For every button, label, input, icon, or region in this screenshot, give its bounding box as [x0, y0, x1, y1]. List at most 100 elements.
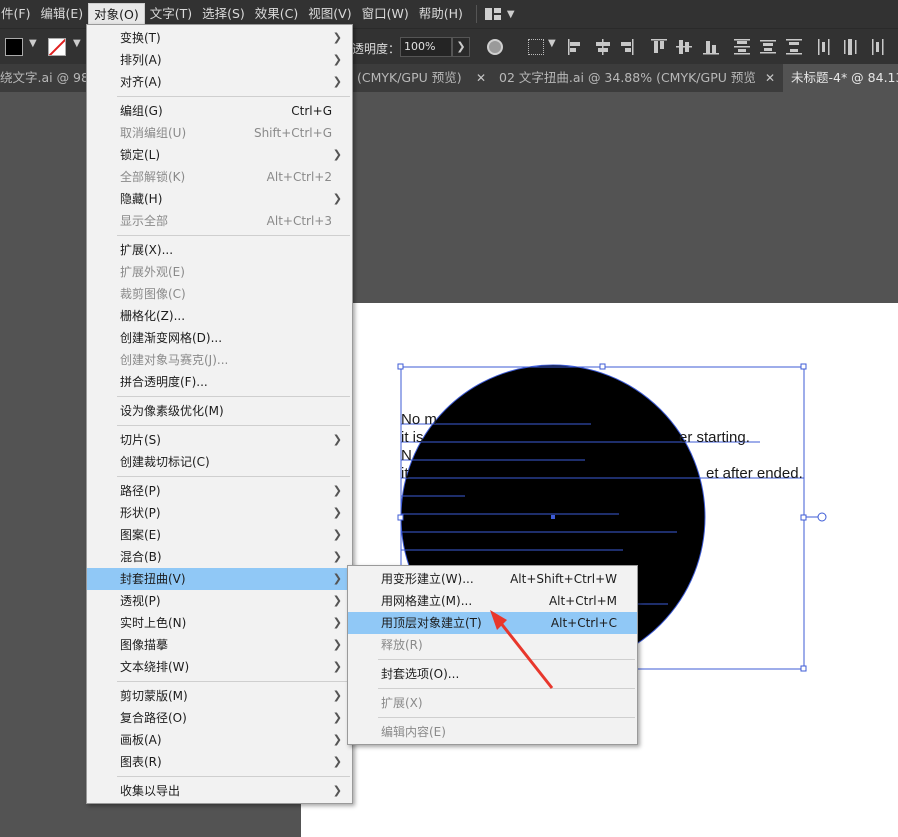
object_menu-item[interactable]: 图表(R) ❯: [87, 751, 352, 773]
menu-item-label: 创建对象马赛克(J)...: [120, 353, 229, 367]
menu-separator: [117, 776, 350, 777]
object_menu-item[interactable]: 设为像素级优化(M): [87, 400, 352, 422]
envelope_submenu-item[interactable]: 用网格建立(M)... Alt+Ctrl+M: [348, 590, 637, 612]
object_menu-item[interactable]: 图案(E) ❯: [87, 524, 352, 546]
menu-item-label: 扩展(X)...: [120, 243, 174, 257]
menu-item-label: 复合路径(O): [120, 711, 187, 725]
object_menu-item[interactable]: 排列(A) ❯: [87, 49, 352, 71]
chevron-right-icon: ❯: [332, 689, 342, 702]
chevron-right-icon: ❯: [332, 192, 342, 205]
object_menu-item[interactable]: 变换(T) ❯: [87, 27, 352, 49]
object_menu-item[interactable]: 复合路径(O) ❯: [87, 707, 352, 729]
menu-item-label: 创建渐变网格(D)...: [120, 331, 223, 345]
chevron-right-icon: ❯: [332, 594, 342, 607]
menu-item-label: 实时上色(N): [120, 616, 187, 630]
menu-separator: [378, 688, 635, 689]
envelope_submenu-item: 编辑内容(E): [348, 721, 637, 743]
menu-item-shortcut: Alt+Ctrl+3: [266, 214, 332, 228]
object_menu-item: 全部解锁(K) Alt+Ctrl+2: [87, 166, 352, 188]
resize-handle: [800, 363, 807, 370]
menu-item-shortcut: Alt+Ctrl+2: [266, 170, 332, 184]
menu-item-label: 变换(T): [120, 31, 161, 45]
menu-item-label: 图表(R): [120, 755, 162, 769]
object_menu-item[interactable]: 文本绕排(W) ❯: [87, 656, 352, 678]
menu-item-shortcut: Alt+Ctrl+C: [550, 616, 617, 630]
object_menu-item[interactable]: 拼合透明度(F)...: [87, 371, 352, 393]
menu-item-label: 画板(A): [120, 733, 162, 747]
menu-item-label: 编组(G): [120, 104, 163, 118]
object_menu-item: 显示全部 Alt+Ctrl+3: [87, 210, 352, 232]
menu-separator: [117, 396, 350, 397]
object_menu-item[interactable]: 锁定(L) ❯: [87, 144, 352, 166]
chevron-right-icon: ❯: [332, 711, 342, 724]
menu-item-label: 路径(P): [120, 484, 161, 498]
menu-item-label: 图像描摹: [120, 638, 169, 652]
artboard-text-line: er starting.: [679, 429, 750, 446]
menu-item-label: 全部解锁(K): [120, 170, 186, 184]
menu-item-label: 裁剪图像(C): [120, 287, 186, 301]
envelope_submenu-item: 扩展(X): [348, 692, 637, 714]
object_menu-item[interactable]: 隐藏(H) ❯: [87, 188, 352, 210]
envelope_submenu-item[interactable]: 封套选项(O)...: [348, 663, 637, 685]
menu-item-label: 扩展(X): [381, 696, 423, 710]
object_menu-item[interactable]: 扩展(X)...: [87, 239, 352, 261]
chevron-right-icon: ❯: [332, 638, 342, 651]
chevron-right-icon: ❯: [332, 53, 342, 66]
menu-separator: [378, 717, 635, 718]
menu-item-shortcut: Shift+Ctrl+G: [253, 126, 332, 140]
menu-item-label: 隐藏(H): [120, 192, 163, 206]
menu-item-label: 用顶层对象建立(T): [381, 616, 482, 630]
object_menu-item[interactable]: 画板(A) ❯: [87, 729, 352, 751]
object_menu-item: 创建对象马赛克(J)...: [87, 349, 352, 371]
menu-item-label: 扩展外观(E): [120, 265, 185, 279]
menu-separator: [117, 425, 350, 426]
menu-item-label: 释放(R): [381, 638, 423, 652]
resize-handle: [599, 363, 606, 370]
artboard-text-line: it: [401, 465, 409, 482]
menu-item-label: 设为像素级优化(M): [120, 404, 224, 418]
menu-item-label: 编辑内容(E): [381, 725, 446, 739]
object_menu-item[interactable]: 剪切蒙版(M) ❯: [87, 685, 352, 707]
menu-separator: [117, 681, 350, 682]
menu-item-label: 文本绕排(W): [120, 660, 190, 674]
object_menu-item[interactable]: 图像描摹 ❯: [87, 634, 352, 656]
menu-separator: [117, 476, 350, 477]
menu-item-label: 用网格建立(M)...: [381, 594, 473, 608]
artboard-text-line: No m: [401, 411, 437, 428]
menu-separator: [117, 235, 350, 236]
menu-item-label: 拼合透明度(F)...: [120, 375, 208, 389]
object_menu-item[interactable]: 路径(P) ❯: [87, 480, 352, 502]
envelope_submenu-item[interactable]: 用变形建立(W)... Alt+Shift+Ctrl+W: [348, 568, 637, 590]
object_menu-item[interactable]: 收集以导出 ❯: [87, 780, 352, 802]
chevron-right-icon: ❯: [332, 528, 342, 541]
rotate-handle[interactable]: [817, 512, 827, 522]
object_menu-item: 扩展外观(E): [87, 261, 352, 283]
envelope-distort-submenu: 用变形建立(W)... Alt+Shift+Ctrl+W 用网格建立(M)... Al…: [347, 565, 638, 745]
object_menu-item[interactable]: 对齐(A) ❯: [87, 71, 352, 93]
object_menu-item[interactable]: 编组(G) Ctrl+G: [87, 100, 352, 122]
menu-item-label: 锁定(L): [120, 148, 161, 162]
envelope_submenu-item[interactable]: 用顶层对象建立(T) Alt+Ctrl+C: [348, 612, 637, 634]
menu-item-label: 形状(P): [120, 506, 161, 520]
menu-item-label: 用变形建立(W)...: [381, 572, 474, 586]
object_menu-item[interactable]: 透视(P) ❯: [87, 590, 352, 612]
chevron-right-icon: ❯: [332, 148, 342, 161]
object_menu-item[interactable]: 切片(S) ❯: [87, 429, 352, 451]
menu-item-label: 显示全部: [120, 214, 169, 228]
object_menu-item[interactable]: 混合(B) ❯: [87, 546, 352, 568]
chevron-right-icon: ❯: [332, 733, 342, 746]
menu-item-label: 混合(B): [120, 550, 162, 564]
menu-item-label: 取消编组(U): [120, 126, 187, 140]
menu-item-shortcut: Ctrl+G: [291, 104, 332, 118]
object_menu-item[interactable]: 栅格化(Z)...: [87, 305, 352, 327]
object_menu-item[interactable]: 形状(P) ❯: [87, 502, 352, 524]
object_menu-item[interactable]: 实时上色(N) ❯: [87, 612, 352, 634]
resize-handle: [397, 514, 404, 521]
chevron-right-icon: ❯: [332, 784, 342, 797]
object_menu-item[interactable]: 创建渐变网格(D)...: [87, 327, 352, 349]
menu-item-label: 透视(P): [120, 594, 161, 608]
center-point: [551, 515, 555, 519]
chevron-right-icon: ❯: [332, 572, 342, 585]
object_menu-item[interactable]: 创建裁切标记(C): [87, 451, 352, 473]
object_menu-item[interactable]: 封套扭曲(V) ❯: [87, 568, 352, 590]
